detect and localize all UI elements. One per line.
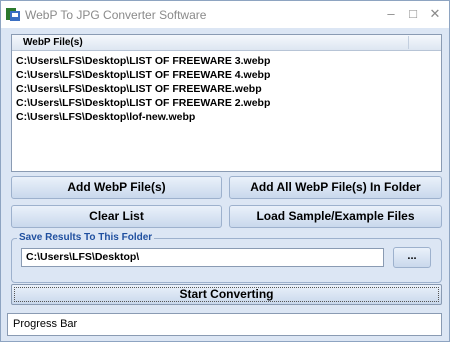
- progress-bar: Progress Bar: [7, 313, 442, 336]
- list-item[interactable]: C:\Users\LFS\Desktop\LIST OF FREEWARE 3.…: [16, 54, 270, 68]
- add-files-button[interactable]: Add WebP File(s): [11, 176, 222, 199]
- client-area: WebP File(s) C:\Users\LFS\Desktop\LIST O…: [1, 28, 449, 341]
- title-bar[interactable]: WebP To JPG Converter Software – □ ✕: [1, 1, 449, 28]
- output-folder-field[interactable]: C:\Users\LFS\Desktop\: [21, 248, 384, 267]
- minimize-button[interactable]: –: [380, 5, 402, 23]
- maximize-button[interactable]: □: [402, 5, 424, 23]
- save-folder-label: Save Results To This Folder: [17, 232, 155, 243]
- load-sample-files-button[interactable]: Load Sample/Example Files: [229, 205, 442, 228]
- file-list[interactable]: WebP File(s) C:\Users\LFS\Desktop\LIST O…: [11, 34, 442, 172]
- add-all-in-folder-button[interactable]: Add All WebP File(s) In Folder: [229, 176, 442, 199]
- column-separator[interactable]: [408, 36, 409, 49]
- file-rows: C:\Users\LFS\Desktop\LIST OF FREEWARE 3.…: [16, 54, 270, 124]
- browse-folder-button[interactable]: ...: [393, 247, 431, 268]
- start-converting-button[interactable]: Start Converting: [11, 284, 442, 305]
- close-button[interactable]: ✕: [424, 5, 446, 23]
- window-title: WebP To JPG Converter Software: [25, 8, 207, 22]
- list-item[interactable]: C:\Users\LFS\Desktop\lof-new.webp: [16, 110, 270, 124]
- progress-label: Progress Bar: [13, 318, 78, 330]
- list-item[interactable]: C:\Users\LFS\Desktop\LIST OF FREEWARE.we…: [16, 82, 270, 96]
- list-item[interactable]: C:\Users\LFS\Desktop\LIST OF FREEWARE 2.…: [16, 96, 270, 110]
- list-header[interactable]: WebP File(s): [12, 35, 441, 51]
- save-folder-group: Save Results To This Folder C:\Users\LFS…: [11, 232, 442, 283]
- list-item[interactable]: C:\Users\LFS\Desktop\LIST OF FREEWARE 4.…: [16, 68, 270, 82]
- clear-list-button[interactable]: Clear List: [11, 205, 222, 228]
- app-icon: [6, 8, 20, 21]
- app-window: WebP To JPG Converter Software – □ ✕ Web…: [0, 0, 450, 342]
- column-header-webp-files[interactable]: WebP File(s): [23, 37, 83, 48]
